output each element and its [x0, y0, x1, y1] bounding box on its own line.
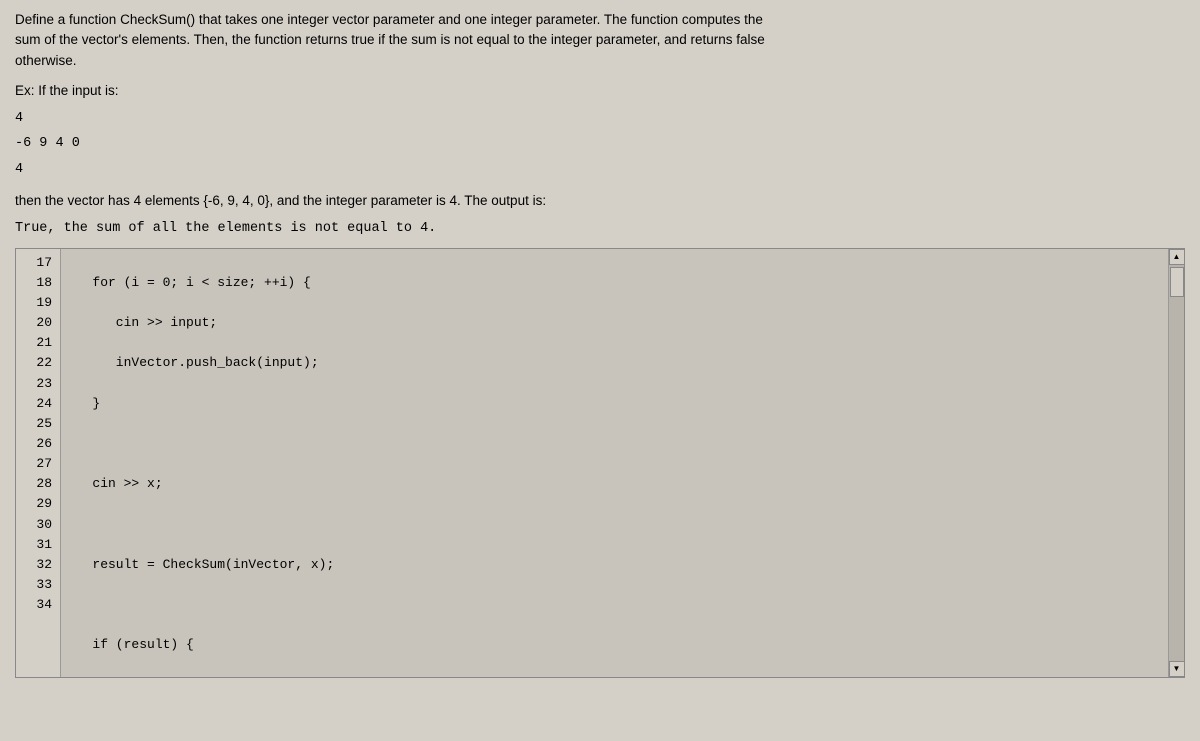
code-line-25 — [69, 595, 1160, 615]
code-editor[interactable]: 17 18 19 20 21 22 23 24 25 26 27 28 29 3… — [15, 248, 1185, 678]
line-num-32: 32 — [22, 555, 52, 575]
code-content[interactable]: for (i = 0; i < size; ++i) { cin >> inpu… — [61, 249, 1168, 677]
code-line-21 — [69, 434, 1160, 454]
line-num-29: 29 — [22, 494, 52, 514]
line-num-30: 30 — [22, 515, 52, 535]
input-line3: 4 — [15, 159, 1185, 181]
line-num-20: 20 — [22, 313, 52, 333]
code-line-24: result = CheckSum(inVector, x); — [69, 555, 1160, 575]
line-num-33: 33 — [22, 575, 52, 595]
desc-line2: sum of the vector's elements. Then, the … — [15, 32, 765, 47]
code-line-18: cin >> input; — [69, 313, 1160, 333]
scrollbar-down-button[interactable]: ▼ — [1169, 661, 1185, 677]
line-num-25: 25 — [22, 414, 52, 434]
line-num-28: 28 — [22, 474, 52, 494]
desc-line3: otherwise. — [15, 53, 77, 68]
code-line-23 — [69, 515, 1160, 535]
scrollbar-up-button[interactable]: ▲ — [1169, 249, 1185, 265]
input-line1: 4 — [15, 108, 1185, 130]
description-paragraph: Define a function CheckSum() that takes … — [15, 10, 1185, 71]
line-num-34: 34 — [22, 595, 52, 615]
line-num-31: 31 — [22, 535, 52, 555]
line-num-27: 27 — [22, 454, 52, 474]
code-line-19: inVector.push_back(input); — [69, 353, 1160, 373]
line-numbers: 17 18 19 20 21 22 23 24 25 26 27 28 29 3… — [16, 249, 61, 677]
code-line-26: if (result) { — [69, 635, 1160, 655]
scrollbar-thumb[interactable] — [1170, 267, 1184, 297]
code-line-27: cout << "True, the sum of all the elemen… — [69, 676, 1160, 677]
input-line2: -6 9 4 0 — [15, 133, 1185, 155]
scrollbar[interactable]: ▲ ▼ — [1168, 249, 1184, 677]
line-num-19: 19 — [22, 293, 52, 313]
main-container: Define a function CheckSum() that takes … — [0, 0, 1200, 741]
example-label: Ex: If the input is: — [15, 83, 1185, 98]
description2: then the vector has 4 elements {-6, 9, 4… — [15, 191, 1185, 211]
code-line-17: for (i = 0; i < size; ++i) { — [69, 273, 1160, 293]
scrollbar-track[interactable] — [1169, 265, 1184, 661]
line-num-24: 24 — [22, 394, 52, 414]
line-num-23: 23 — [22, 374, 52, 394]
desc-line1: Define a function CheckSum() that takes … — [15, 12, 763, 27]
code-line-22: cin >> x; — [69, 474, 1160, 494]
line-num-26: 26 — [22, 434, 52, 454]
line-num-21: 21 — [22, 333, 52, 353]
line-num-17: 17 — [22, 253, 52, 273]
line-num-18: 18 — [22, 273, 52, 293]
code-line-20: } — [69, 394, 1160, 414]
output-line: True, the sum of all the elements is not… — [15, 221, 1185, 236]
line-num-22: 22 — [22, 353, 52, 373]
